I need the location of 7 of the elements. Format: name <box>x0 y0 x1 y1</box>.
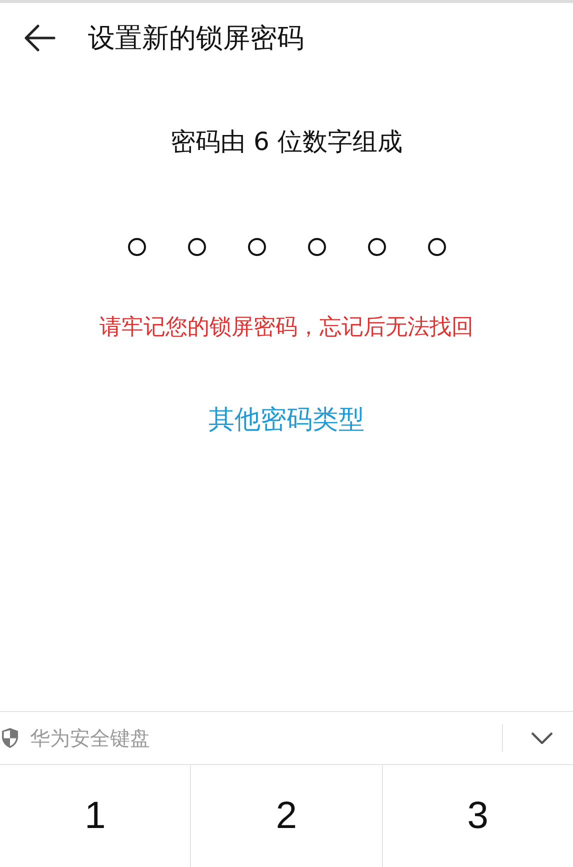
shield-icon <box>0 727 20 749</box>
pin-length-hint: 密码由 6 位数字组成 <box>170 126 404 158</box>
back-arrow-icon[interactable] <box>24 24 56 52</box>
page-title: 设置新的锁屏密码 <box>88 22 304 56</box>
warning-text: 请牢记您的锁屏密码，忘记后无法找回 <box>98 314 474 342</box>
collapse-chevron-icon[interactable] <box>531 732 553 744</box>
keyboard-title: 华为安全键盘 <box>30 724 151 752</box>
